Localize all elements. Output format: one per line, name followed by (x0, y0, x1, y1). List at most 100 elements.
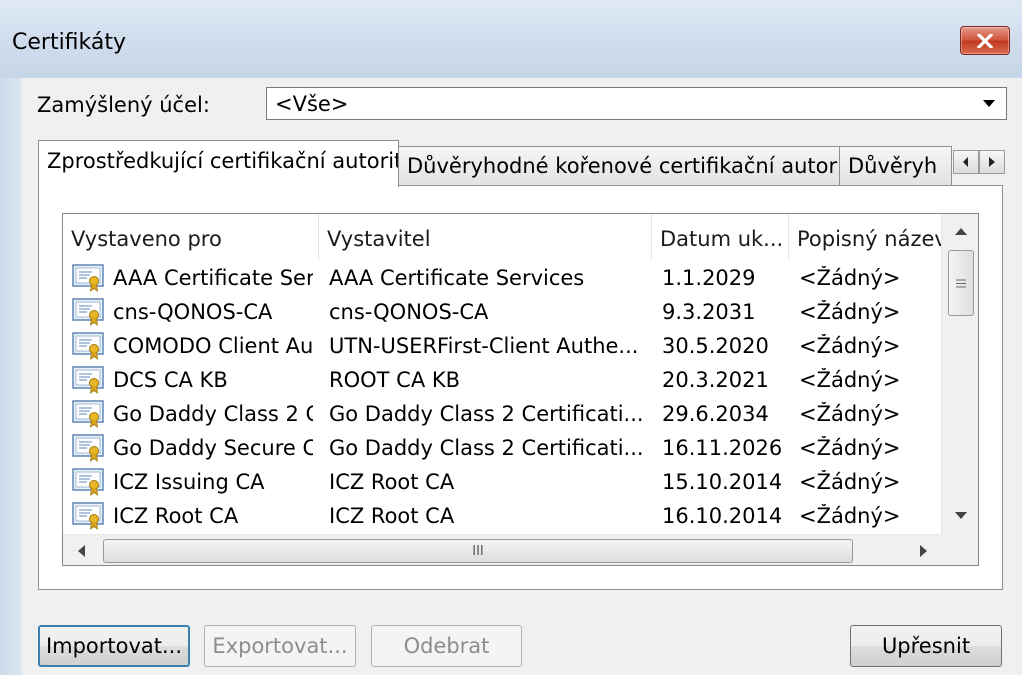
certificate-icon (72, 434, 104, 462)
cell-issuer: ROOT CA KB (329, 368, 461, 392)
cell-date: 16.11.2026 (662, 436, 783, 460)
caret-right-icon (919, 545, 927, 557)
tab-strip: Zprostředkující certifikační autority Dů… (38, 140, 1008, 187)
cell-date: 30.5.2020 (662, 334, 769, 358)
cell-issuer: AAA Certificate Services (329, 266, 585, 290)
column-label: Vystavitel (327, 227, 431, 251)
caret-down-icon (955, 511, 967, 519)
cell-date: 16.10.2014 (662, 504, 783, 528)
vertical-scroll-thumb[interactable] (948, 250, 974, 316)
table-row[interactable]: Go Daddy Class 2 C... Go Daddy Class 2 Ce… (63, 397, 941, 431)
cell-name: <Žádný> (799, 266, 901, 290)
chevron-down-icon (976, 88, 1002, 119)
cell-name: <Žádný> (799, 504, 901, 528)
table-row[interactable]: DCS CA KB ROOT CA KB 20.3.2021 <Žádný> (63, 363, 941, 397)
column-label: Datum uk... (660, 227, 784, 251)
cell-date: 15.10.2014 (662, 470, 783, 494)
window-border (0, 78, 22, 675)
column-friendly-name[interactable]: Popisný název (789, 214, 941, 260)
scrollbar-corner (941, 534, 978, 565)
tab-intermediate-ca[interactable]: Zprostředkující certifikační autority (38, 140, 399, 187)
caret-right-icon (989, 157, 995, 167)
cell-issuer: ICZ Root CA (329, 504, 455, 528)
purpose-value: <Vše> (275, 92, 349, 116)
scroll-left-button[interactable] (63, 535, 99, 565)
certificate-icon (72, 332, 104, 360)
grip-icon: III (472, 543, 484, 559)
cell-issuer: Go Daddy Class 2 Certificati... (329, 402, 644, 426)
caret-up-icon (955, 227, 967, 235)
caret-left-icon (963, 157, 968, 167)
button-label: Odebrat (403, 634, 490, 658)
close-button[interactable] (960, 26, 1010, 55)
horizontal-scroll-thumb[interactable]: III (103, 539, 853, 563)
certificate-icon (72, 264, 104, 292)
close-icon (977, 33, 993, 48)
list-header: Vystaveno pro Vystavitel Datum uk... Pop… (63, 214, 941, 260)
vertical-scrollbar[interactable] (941, 214, 978, 534)
cell-issued-to: cns-QONOS-CA (113, 300, 273, 324)
button-label: Exportovat... (212, 634, 348, 658)
certificate-icon (72, 502, 104, 530)
column-expiration-date[interactable]: Datum uk... (652, 214, 789, 260)
export-button[interactable]: Exportovat... (204, 625, 356, 667)
table-row[interactable]: cns-QONOS-CA cns-QONOS-CA 9.3.2031 <Žádný> (63, 295, 941, 329)
cell-name: <Žádný> (799, 300, 901, 324)
grip-icon (956, 279, 966, 287)
column-label: Popisný název (797, 227, 941, 251)
purpose-label: Zamýšlený účel: (37, 93, 210, 117)
cell-issued-to: AAA Certificate Ser... (113, 266, 313, 290)
tab-trusted-root-ca[interactable]: Důvěryhodné kořenové certifikační autori… (398, 146, 840, 186)
cell-issuer: ICZ Root CA (329, 470, 455, 494)
cell-issuer: UTN-USERFirst-Client Authe... (329, 334, 639, 358)
table-row[interactable]: COMODO Client Au... UTN-USERFirst-Client … (63, 329, 941, 363)
table-row[interactable]: AAA Certificate Ser... AAA Certificate Se… (63, 261, 941, 295)
certificate-icon (72, 366, 104, 394)
caret-left-icon (77, 545, 85, 557)
cell-name: <Žádný> (799, 402, 901, 426)
tab-label: Důvěryhodné kořenové certifikační autori… (407, 154, 840, 178)
cell-name: <Žádný> (799, 436, 901, 460)
import-button[interactable]: Importovat... (38, 625, 190, 667)
cell-issuer: Go Daddy Class 2 Certificati... (329, 436, 644, 460)
button-label: Upřesnit (881, 634, 971, 658)
cell-date: 29.6.2034 (662, 402, 769, 426)
scroll-right-button[interactable] (905, 535, 941, 565)
certificate-icon (72, 400, 104, 428)
tab-trusted-publishers[interactable]: Důvěryh (839, 146, 952, 186)
table-row[interactable]: ICZ Root CA ICZ Root CA 16.10.2014 <Žádný> (63, 499, 941, 533)
column-issuer[interactable]: Vystavitel (319, 214, 652, 260)
window-title: Certifikáty (12, 30, 127, 55)
tab-scroll-left-button[interactable] (953, 150, 979, 174)
cell-date: 9.3.2031 (662, 300, 756, 324)
certificate-icon (72, 298, 104, 326)
column-label: Vystaveno pro (71, 227, 222, 251)
certificate-list[interactable]: Vystaveno pro Vystavitel Datum uk... Pop… (62, 213, 979, 566)
scroll-up-button[interactable] (942, 216, 978, 246)
tab-scroll-buttons (953, 150, 1005, 174)
cell-name: <Žádný> (799, 470, 901, 494)
title-bar[interactable]: Certifikáty (0, 0, 1022, 78)
cell-issued-to: ICZ Issuing CA (113, 470, 265, 494)
cell-name: <Žádný> (799, 368, 901, 392)
cell-issued-to: ICZ Root CA (113, 504, 239, 528)
purpose-dropdown[interactable]: <Vše> (266, 87, 1007, 120)
cell-name: <Žádný> (799, 334, 901, 358)
button-label: Importovat... (45, 634, 183, 658)
column-issued-to[interactable]: Vystaveno pro (63, 214, 319, 260)
cell-issued-to: Go Daddy Class 2 C... (113, 402, 313, 426)
horizontal-scrollbar[interactable]: III (63, 534, 941, 565)
tab-label: Zprostředkující certifikační autority (47, 149, 399, 173)
table-row[interactable]: ICZ Issuing CA ICZ Root CA 15.10.2014 <Žádn… (63, 465, 941, 499)
advanced-button[interactable]: Upřesnit (850, 625, 1002, 667)
cell-issued-to: Go Daddy Secure C... (113, 436, 313, 460)
cell-issued-to: COMODO Client Au... (113, 334, 313, 358)
remove-button[interactable]: Odebrat (371, 625, 522, 667)
cell-issued-to: DCS CA KB (113, 368, 228, 392)
cell-date: 20.3.2021 (662, 368, 769, 392)
cell-date: 1.1.2029 (662, 266, 756, 290)
certificate-icon (72, 468, 104, 496)
tab-scroll-right-button[interactable] (979, 150, 1005, 174)
table-row[interactable]: Go Daddy Secure C... Go Daddy Class 2 Cer… (63, 431, 941, 465)
scroll-down-button[interactable] (942, 500, 978, 530)
